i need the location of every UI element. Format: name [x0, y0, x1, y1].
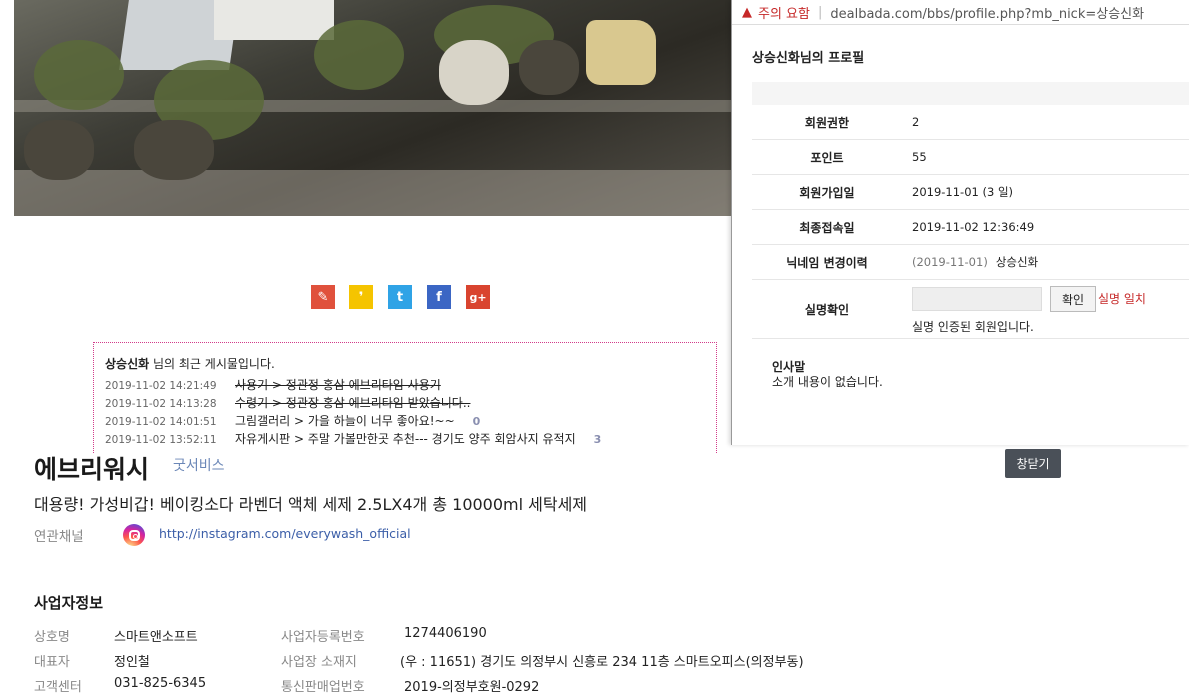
row-key: 포인트 [810, 150, 844, 165]
biz-value: 정인철 [114, 655, 150, 670]
profile-row-last-login: 최종접속일 2019-11-02 12:36:49 [752, 210, 1189, 245]
realname-confirm-button[interactable]: 확인 [1050, 286, 1096, 312]
recent-nick[interactable]: 상승신화 [105, 357, 149, 371]
comment-count: 3 [593, 433, 602, 446]
biz-value: 스마트앤소프트 [114, 630, 198, 645]
biz-value: 1274406190 [404, 626, 487, 641]
profile-row-joined: 회원가입일 2019-11-01 (3 일) [752, 175, 1189, 210]
realname-match-status: 실명 일치 [1098, 292, 1146, 306]
instagram-icon[interactable] [123, 524, 145, 546]
share-googleplus-icon[interactable]: g+ [466, 285, 490, 309]
close-window-button[interactable]: 창닫기 [1005, 449, 1061, 478]
warning-icon: ▲ [742, 4, 752, 20]
address-url[interactable]: dealbada.com/bbs/profile.php?mb_nick=상승신… [830, 3, 1144, 22]
profile-popup: ▲ 주의 요함 | dealbada.com/bbs/profile.php?m… [731, 0, 1189, 445]
nick-change-date: (2019-11-01) [912, 255, 988, 269]
shop-name: 에브리워시 [34, 455, 150, 484]
profile-row-level: 회원권한 2 [752, 105, 1189, 140]
nick-name: 상승신화 [995, 255, 1039, 269]
post-title[interactable]: 자유게시판 > 주말 가볼만한곳 추천--- 경기도 양주 회암사지 유적지 [235, 432, 576, 446]
share-kakao-icon[interactable]: ❜ [349, 285, 373, 309]
recent-posts-title: 상승신화 님의 최근 게시물입니다. [105, 355, 275, 372]
row-value: 55 [912, 150, 927, 164]
realname-input[interactable] [912, 287, 1042, 311]
row-value: 2019-11-01 (3 일) [912, 185, 1014, 199]
greeting-text: 소개 내용이 없습니다. [772, 375, 883, 389]
security-warning[interactable]: 주의 요함 [758, 3, 810, 22]
biz-value: 2019-의정부호원-0292 [404, 680, 540, 695]
post-photo [14, 0, 732, 216]
photo-pot [134, 120, 214, 180]
photo-ledge [14, 170, 732, 216]
shop-tag: 굿서비스 [173, 458, 225, 474]
post-date: 2019-11-02 14:21:49 [105, 380, 217, 392]
photo-pot [519, 40, 579, 95]
photo-pot [439, 40, 509, 105]
channel-label: 연관채널 [34, 529, 84, 545]
biz-key: 사업자등록번호 [281, 630, 365, 645]
post-date: 2019-11-02 14:01:51 [105, 416, 217, 428]
post-title[interactable]: 그림갤러리 > 가을 하늘이 너무 좋아요!~~ [235, 414, 455, 428]
recent-title-suffix: 님의 최근 게시물입니다. [149, 357, 275, 371]
biz-key: 대표자 [34, 655, 70, 670]
post-title[interactable]: 수령기 > 정관장 홍삼 에브리타임 받았습니다.. [235, 396, 470, 410]
photo-watering-can [586, 20, 656, 85]
biz-value: 031-825-6345 [114, 676, 207, 691]
post-date: 2019-11-02 14:13:28 [105, 398, 217, 410]
recent-post-row[interactable]: 2019-11-02 14:01:51 그림갤러리 > 가을 하늘이 너무 좋아요… [105, 412, 480, 428]
share-twitter-icon[interactable]: t [388, 285, 412, 309]
profile-row-nick-history: 닉네임 변경이력 (2019-11-01) 상승신화 [752, 245, 1189, 280]
row-key: 실명확인 [804, 302, 850, 317]
realname-note: 실명 인증된 회원입니다. [912, 320, 1034, 334]
share-link-icon[interactable]: ✎ [311, 285, 335, 309]
photo-plant [314, 20, 404, 90]
row-key: 닉네임 변경이력 [786, 255, 868, 270]
row-key: 회원권한 [804, 115, 850, 130]
biz-key: 통신판매업번호 [281, 680, 365, 695]
biz-value: (우 : 11651) 경기도 의정부시 신흥로 234 11층 스마트오피스(… [400, 655, 804, 670]
biz-key: 고객센터 [34, 680, 82, 695]
post-title[interactable]: 사용기 > 정관정 홍삼 에브리타임 사용기 [235, 378, 441, 392]
business-info-title: 사업자정보 [34, 594, 104, 612]
row-key: 회원가입일 [799, 185, 855, 200]
row-key: 최종접속일 [799, 220, 855, 235]
recent-post-row[interactable]: 2019-11-02 13:52:11 자유게시판 > 주말 가볼만한곳 추천--… [105, 430, 601, 446]
photo-pot [24, 120, 94, 180]
post-date: 2019-11-02 13:52:11 [105, 434, 217, 446]
biz-key: 사업장 소재지 [281, 655, 357, 670]
recent-post-row[interactable]: 2019-11-02 14:21:49 사용기 > 정관정 홍삼 에브리타임 사용… [105, 376, 441, 392]
profile-row-point: 포인트 55 [752, 140, 1189, 175]
shop-description: 대용량! 가성비갑! 베이킹소다 라벤더 액체 세제 2.5LX4개 총 100… [34, 495, 588, 514]
biz-key: 상호명 [34, 630, 70, 645]
profile-table-header [752, 82, 1189, 105]
address-separator: | [817, 4, 823, 20]
photo-plant [34, 40, 124, 110]
recent-post-row[interactable]: 2019-11-02 14:13:28 수령기 > 정관장 홍삼 에브리타임 받았… [105, 394, 470, 410]
row-value: 2019-11-02 12:36:49 [912, 220, 1035, 234]
row-value: 2 [912, 115, 920, 129]
photo-cloth [214, 0, 334, 40]
photo-rail [14, 100, 732, 112]
address-bar[interactable]: ▲ 주의 요함 | dealbada.com/bbs/profile.php?m… [732, 0, 1189, 25]
channel-link[interactable]: http://instagram.com/everywash_official [159, 526, 411, 541]
recent-posts-box: 상승신화 님의 최근 게시물입니다. 2019-11-02 14:21:49 사용… [93, 342, 717, 453]
comment-count: 0 [472, 415, 481, 428]
profile-title: 상승신화님의 프로필 [752, 51, 865, 66]
share-facebook-icon[interactable]: f [427, 285, 451, 309]
row-value: (2019-11-01) 상승신화 [912, 245, 1038, 279]
